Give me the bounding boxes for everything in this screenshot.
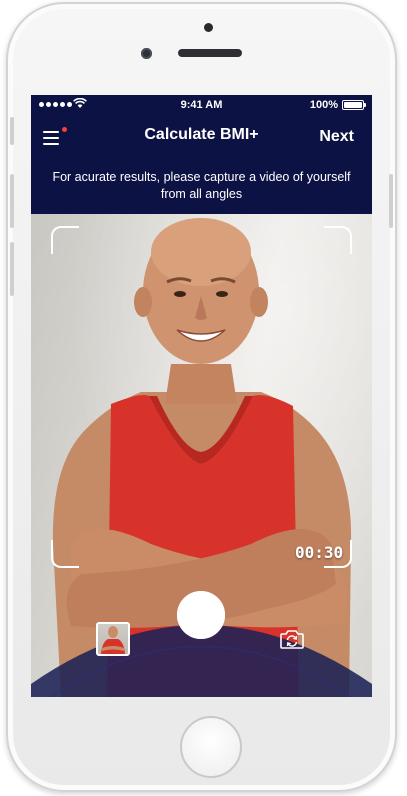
- home-button[interactable]: [180, 716, 242, 778]
- gallery-thumbnail-image: [101, 626, 125, 654]
- frame-corner-top-right: [324, 226, 352, 254]
- camera-flip-icon[interactable]: [279, 627, 305, 651]
- frame-corner-bottom-left: [51, 540, 79, 568]
- front-camera: [141, 48, 152, 59]
- battery-icon: [342, 100, 366, 110]
- volume-up-button: [10, 174, 14, 228]
- recording-timer: 00:30: [295, 543, 344, 562]
- gallery-thumbnail[interactable]: [96, 622, 130, 656]
- record-button[interactable]: [181, 595, 221, 635]
- mute-switch: [10, 117, 14, 145]
- volume-down-button: [10, 242, 14, 296]
- app-screen: 9:41 AM 100% Calculate BMI+ Next For acu…: [31, 95, 372, 697]
- instruction-text: For acurate results, please capture a vi…: [52, 170, 351, 201]
- status-bar: 9:41 AM 100%: [31, 95, 372, 115]
- frame-corner-top-left: [51, 226, 79, 254]
- power-button: [389, 174, 393, 228]
- earpiece-speaker: [178, 49, 242, 57]
- battery-percentage: 100%: [309, 99, 338, 111]
- front-sensor: [204, 23, 213, 32]
- navigation-bar: Calculate BMI+ Next: [31, 115, 372, 161]
- next-button[interactable]: Next: [319, 128, 354, 146]
